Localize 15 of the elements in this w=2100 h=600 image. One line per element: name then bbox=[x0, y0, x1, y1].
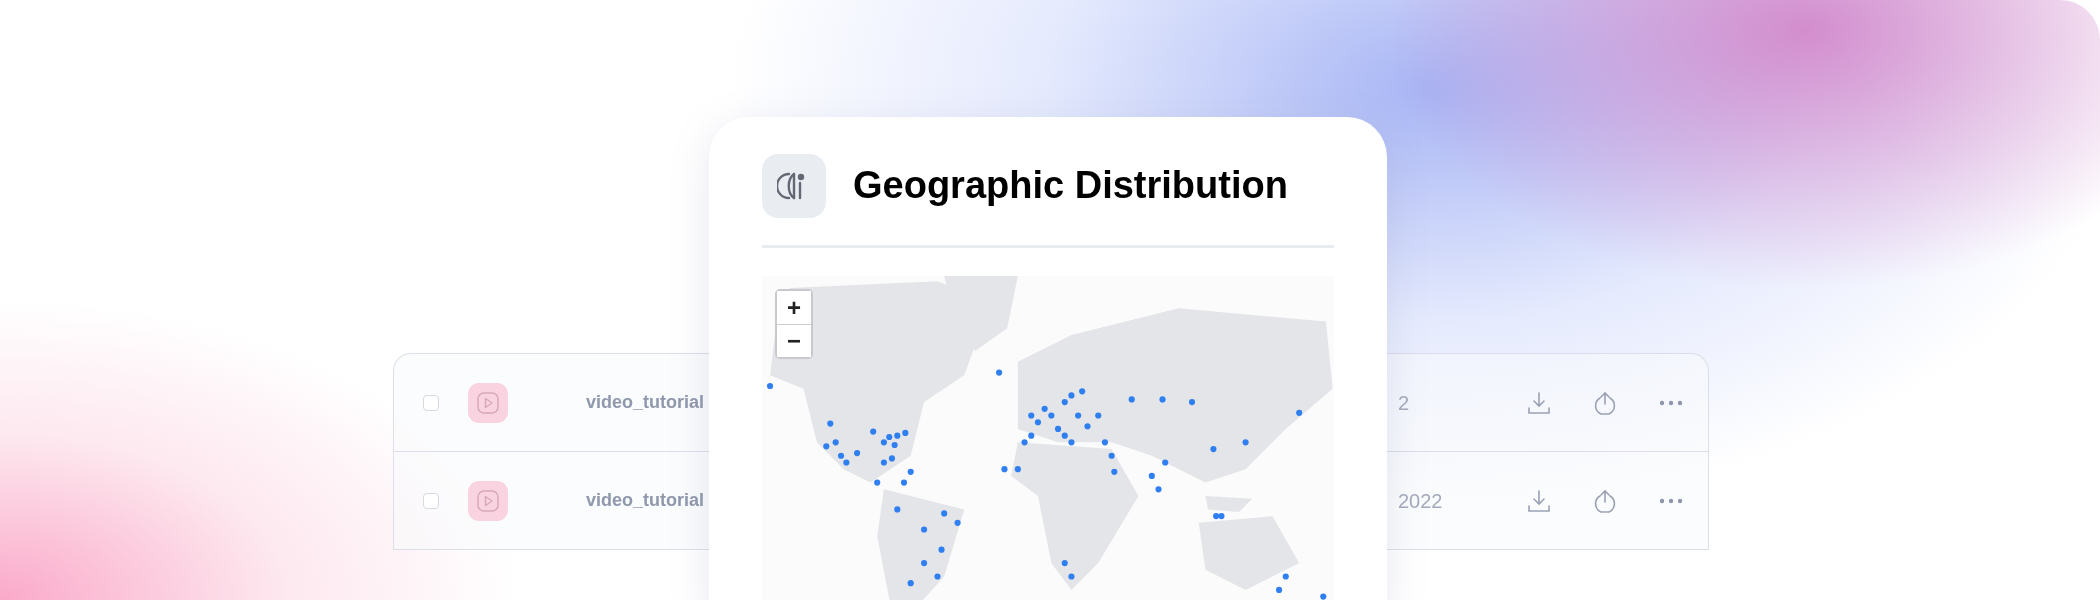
card-title: Geographic Distribution bbox=[853, 163, 1288, 209]
download-icon[interactable] bbox=[1526, 487, 1552, 514]
row-checkbox[interactable] bbox=[423, 394, 439, 411]
play-icon bbox=[468, 480, 508, 521]
row-checkbox[interactable] bbox=[423, 492, 439, 509]
play-icon bbox=[468, 382, 508, 423]
upload-icon[interactable] bbox=[1592, 389, 1618, 416]
file-date: 2022 bbox=[1398, 488, 1444, 514]
file-name: video_tutorial bbox=[586, 489, 706, 512]
file-name: video_tutorial bbox=[586, 391, 706, 414]
zoom-out-button[interactable]: − bbox=[777, 324, 811, 357]
file-date: 2 bbox=[1398, 390, 1411, 416]
globe-icon bbox=[762, 154, 826, 218]
download-icon[interactable] bbox=[1526, 389, 1552, 416]
upload-icon[interactable] bbox=[1592, 487, 1618, 514]
